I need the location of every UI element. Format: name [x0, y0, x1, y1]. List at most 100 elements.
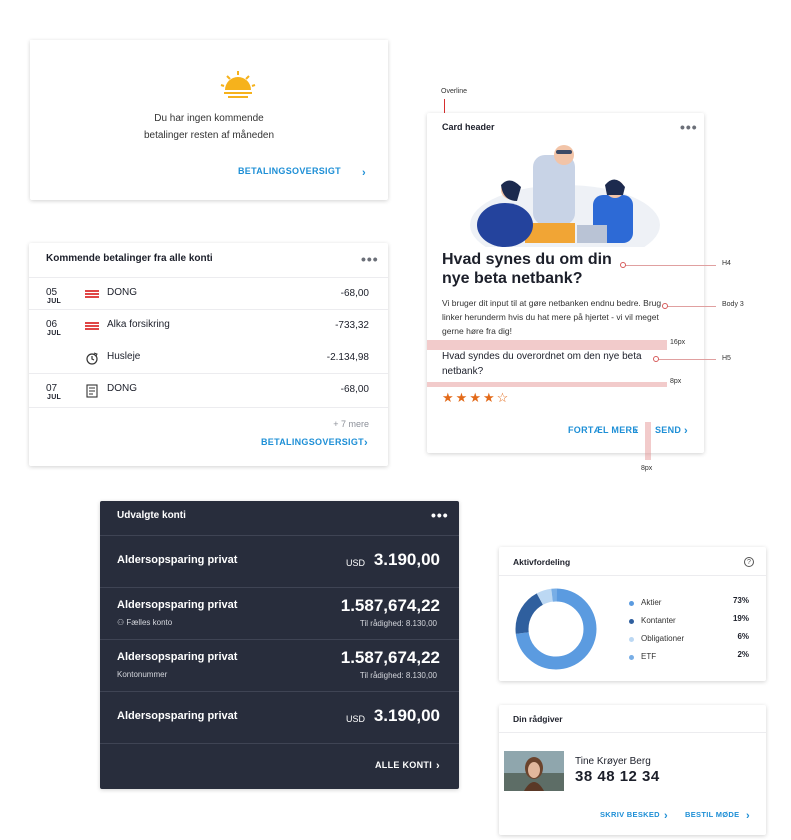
payment-amount: -2.134,98 [326, 352, 369, 363]
chevron-right-icon[interactable]: › [364, 437, 368, 449]
payment-amount: -68,00 [340, 288, 369, 299]
payments-overview-link[interactable]: BETALINGSOVERSIGT [238, 166, 341, 176]
card-title: Udvalgte konti [117, 510, 186, 521]
star-filled-icon[interactable]: ★ [469, 390, 483, 405]
dong-logo-icon [85, 290, 99, 298]
payee-name: Alka forsikring [107, 319, 170, 330]
card-title: Aktivfordeling [513, 557, 571, 567]
account-currency: USD [345, 714, 365, 724]
chevron-right-icon[interactable]: › [436, 760, 440, 772]
account-available: Til rådighed: 8.130,00 [359, 619, 437, 628]
legend-label: Aktier [641, 598, 662, 607]
sunset-icon [220, 71, 256, 98]
account-balance: 1.587,674,22 [340, 596, 440, 615]
star-rating[interactable]: ★★★★☆ [442, 390, 510, 406]
shared-account: ⚇ Fælles konto [117, 618, 172, 627]
spacing-16px-marker [427, 340, 667, 350]
h5-annotation: H5 [722, 355, 731, 362]
no-payments-card: Du har ingen kommende betalinger resten … [30, 40, 388, 200]
divider [29, 277, 388, 278]
card-title: Din rådgiver [513, 714, 563, 724]
legend-value: 2% [737, 650, 749, 659]
payment-day: 06 [46, 319, 58, 330]
legend-dot-icon [629, 619, 634, 624]
annotation-line [665, 306, 716, 307]
payment-month: JUL [47, 394, 62, 401]
payee-name: DONG [107, 287, 137, 298]
payment-amount: -68,00 [340, 384, 369, 395]
tell-more-link[interactable]: FORTÆL MERE [568, 425, 639, 435]
account-row[interactable]: Aldersopsparing privat ⚇ Fælles konto 1.… [100, 587, 459, 639]
more-payments-count[interactable]: + 7 mere [333, 419, 369, 429]
users-icon: ⚇ [117, 618, 125, 627]
payment-day: 07 [46, 383, 58, 394]
payments-overview-link[interactable]: BETALINGSOVERSIGT [261, 437, 364, 447]
survey-question: Hvad syndes du overordnet om den nye bet… [442, 351, 642, 377]
payment-row[interactable]: 07 JUL DONG -68,00 [29, 377, 388, 409]
account-balance: 3.190,00 [373, 706, 440, 725]
account-subtitle: Fælles konto [126, 618, 173, 627]
legend-label: Obligationer [641, 634, 685, 643]
more-options-icon[interactable]: ••• [680, 119, 698, 135]
star-filled-icon[interactable]: ★ [483, 390, 497, 405]
more-options-icon[interactable]: ••• [431, 507, 449, 523]
legend-item: ETF 2% [629, 650, 749, 664]
chevron-right-icon[interactable]: › [684, 425, 688, 437]
advisor-avatar [504, 751, 564, 791]
star-empty-icon[interactable]: ☆ [497, 390, 511, 405]
divider [499, 575, 766, 576]
chevron-right-icon[interactable]: › [634, 425, 638, 437]
annotation-marker [620, 262, 626, 268]
send-link[interactable]: SEND [655, 425, 681, 435]
legend-dot-icon [629, 601, 634, 606]
payment-amount: -733,32 [335, 320, 369, 331]
annotation-line [656, 359, 716, 360]
divider [29, 309, 388, 310]
spacing-label: 8px [670, 378, 682, 385]
card-header: Card header [442, 122, 495, 132]
divider [29, 407, 388, 408]
chevron-right-icon[interactable]: › [664, 810, 668, 822]
spacing-8px-marker [427, 382, 667, 387]
survey-body: Vi bruger dit input til at gøre netbanke… [442, 298, 662, 336]
bill-icon [86, 384, 98, 398]
annotation-marker [653, 356, 659, 362]
account-row[interactable]: Aldersopsparing privat Kontonummer 1.587… [100, 639, 459, 691]
star-filled-icon[interactable]: ★ [456, 390, 470, 405]
body3-annotation: Body 3 [722, 301, 744, 308]
chevron-right-icon[interactable]: › [362, 167, 366, 179]
payment-month: JUL [47, 298, 62, 305]
annotation-line [622, 265, 716, 266]
account-available: Til rådighed: 8.130,00 [359, 671, 437, 680]
all-accounts-link[interactable]: ALLE KONTI [375, 760, 432, 770]
star-filled-icon[interactable]: ★ [442, 390, 456, 405]
divider [29, 373, 388, 374]
survey-title: Hvad synes du om din nye beta netbank? [442, 251, 612, 287]
account-row[interactable]: Aldersopsparing privat USD 3.190,00 [100, 691, 459, 743]
divider [499, 732, 766, 733]
chevron-right-icon[interactable]: › [746, 810, 750, 822]
overline-annotation: Overline [441, 88, 468, 95]
payment-month: JUL [47, 330, 62, 337]
payee-name: Husleje [107, 351, 141, 362]
more-options-icon[interactable]: ••• [361, 251, 379, 267]
help-icon[interactable]: ? [744, 557, 754, 567]
advisor-phone[interactable]: 38 48 12 34 [575, 768, 660, 785]
account-row[interactable]: Aldersopsparing privat USD 3.190,00 [100, 535, 459, 587]
book-meeting-link[interactable]: BESTIL MØDE [685, 810, 739, 819]
spacing-label: 8px [641, 465, 653, 472]
payment-row[interactable]: 06 JUL Alka forsikring -733,32 [29, 313, 388, 345]
account-currency: USD [345, 558, 365, 568]
account-balance: 3.190,00 [373, 550, 440, 569]
account-name: Aldersopsparing privat [117, 599, 238, 611]
allocation-donut-chart [515, 588, 597, 670]
h4-annotation: H4 [722, 260, 731, 267]
no-payments-message: Du har ingen kommende betalinger resten … [30, 110, 388, 144]
legend-value: 19% [732, 614, 749, 623]
write-message-link[interactable]: SKRIV BESKED [600, 810, 660, 819]
legend-dot-icon [629, 655, 634, 660]
account-name: Aldersopsparing privat [117, 710, 238, 722]
advisor-card: Din rådgiver Tine Krøyer Berg 38 48 12 3… [499, 705, 766, 835]
payee-name: DONG [107, 383, 137, 394]
legend-item: Obligationer 6% [629, 632, 749, 646]
